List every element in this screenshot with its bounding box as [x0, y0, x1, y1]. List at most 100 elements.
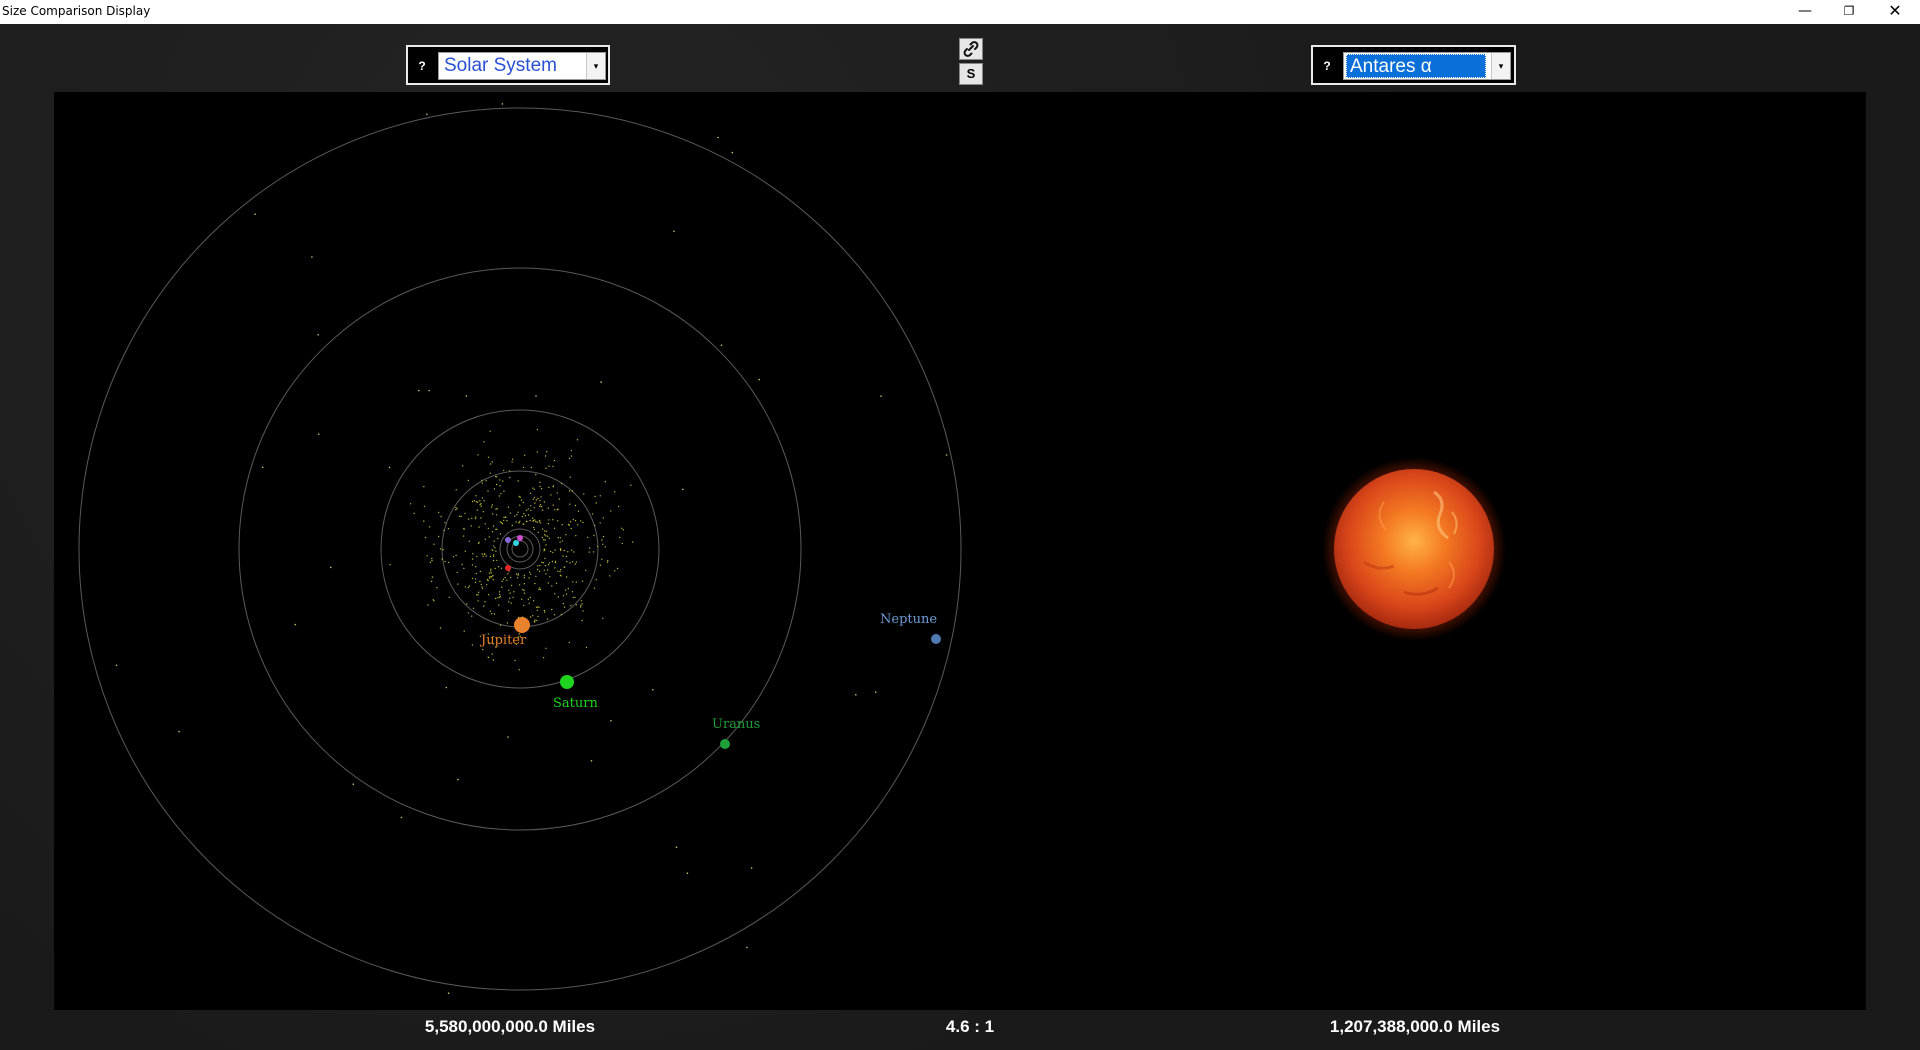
asteroid-dot	[443, 529, 445, 532]
right-help-button[interactable]: ?	[1317, 55, 1337, 77]
asteroid-dot	[539, 519, 541, 522]
asteroid-dot	[592, 551, 595, 553]
asteroid-dot	[480, 583, 482, 586]
window-title: Size Comparison Display	[2, 4, 151, 18]
star-dot	[610, 720, 612, 722]
asteroid-dot	[547, 522, 550, 525]
asteroid-dot	[559, 541, 561, 543]
neptune-orbit	[78, 107, 962, 991]
star-dot	[874, 691, 877, 693]
asteroid-dot	[604, 546, 606, 548]
asteroid-dot	[539, 505, 541, 508]
uranus-orbit	[238, 267, 802, 831]
asteroid-dot	[588, 551, 590, 553]
asteroid-dot	[468, 585, 470, 587]
asteroid-dot	[535, 520, 537, 523]
asteroid-dot	[487, 490, 489, 492]
asteroid-dot	[536, 521, 538, 523]
asteroid-dot	[566, 560, 568, 563]
asteroid-dot	[555, 582, 558, 584]
star-dot	[501, 103, 504, 105]
asteroid-dot	[552, 465, 554, 468]
mercury-dot	[505, 537, 511, 543]
asteroid-dot	[534, 621, 536, 623]
asteroid-dot	[501, 580, 503, 583]
s-button[interactable]: S	[959, 63, 983, 85]
comparison-canvas[interactable]: Jupiter Saturn Uranus Neptune	[54, 92, 1866, 1010]
asteroid-dot	[524, 515, 527, 517]
asteroid-dot	[535, 499, 537, 501]
asteroid-dot	[621, 527, 623, 529]
asteroid-dot	[409, 503, 412, 505]
star-dot	[731, 151, 734, 154]
asteroid-dot	[472, 607, 475, 609]
asteroid-dot	[475, 495, 477, 497]
link-button[interactable]	[959, 38, 983, 60]
asteroid-dot	[511, 524, 513, 527]
asteroid-dot	[424, 536, 427, 539]
asteroid-dot	[413, 512, 415, 515]
asteroid-dot	[468, 540, 470, 542]
asteroid-dot	[518, 584, 521, 586]
chevron-down-icon[interactable]: ▾	[1491, 53, 1510, 79]
asteroid-dot	[529, 519, 531, 522]
restore-button[interactable]: ❐	[1826, 0, 1872, 22]
display-svg: Jupiter Saturn Uranus Neptune	[78, 103, 1506, 994]
asteroid-dot	[538, 588, 540, 590]
asteroid-dot	[433, 543, 435, 545]
asteroid-dot	[487, 579, 489, 582]
asteroid-dot	[535, 575, 537, 578]
planet-label-jupiter: Jupiter	[479, 633, 527, 648]
asteroid-dot	[550, 494, 552, 496]
asteroid-dot	[484, 601, 486, 603]
asteroid-dot	[488, 536, 490, 538]
minimize-button[interactable]: —	[1782, 0, 1828, 22]
chevron-down-icon[interactable]: ▾	[586, 53, 605, 79]
asteroid-dot	[570, 604, 572, 607]
left-help-button[interactable]: ?	[412, 55, 432, 77]
star-dot	[590, 760, 593, 762]
right-object-dropdown[interactable]: Antares α ▾	[1343, 52, 1511, 80]
asteroid-dot	[506, 520, 508, 522]
asteroid-dot	[504, 576, 506, 579]
asteroid-dot	[545, 647, 547, 649]
asteroid-dot	[495, 597, 497, 600]
asteroid-dot	[557, 520, 559, 522]
star-dot	[388, 466, 391, 469]
asteroid-dot	[557, 570, 559, 572]
asteroid-dot	[544, 455, 547, 457]
star-dot	[400, 816, 403, 819]
asteroid-dot	[562, 555, 564, 557]
asteroid-dot	[492, 659, 495, 661]
asteroid-dot	[463, 527, 465, 530]
asteroid-dot	[534, 502, 536, 504]
asteroid-dot	[478, 526, 480, 528]
asteroid-dot	[491, 504, 494, 506]
asteroid-dot	[502, 480, 504, 482]
asteroid-dot	[537, 531, 539, 534]
asteroid-dot	[482, 648, 484, 651]
asteroid-dot	[553, 459, 556, 462]
asteroid-dot	[490, 576, 492, 578]
star-dot	[317, 433, 320, 436]
asteroid-dot	[509, 476, 511, 479]
asteroid-dot	[506, 622, 509, 624]
asteroid-dot	[510, 602, 512, 604]
asteroid-dot	[522, 466, 525, 469]
asteroid-dot	[500, 493, 502, 495]
asteroid-dot	[431, 560, 433, 562]
star-dot	[465, 395, 468, 397]
close-button[interactable]: ✕	[1872, 0, 1918, 22]
asteroid-dot	[560, 482, 563, 485]
asteroid-dot	[471, 558, 474, 560]
asteroid-dot	[455, 506, 457, 509]
star-dot	[758, 378, 760, 381]
asteroid-dot	[477, 591, 480, 593]
asteroid-dot	[630, 484, 632, 486]
asteroid-dot	[499, 485, 501, 487]
asteroid-dot	[567, 523, 570, 526]
asteroid-dot	[585, 646, 588, 649]
asteroid-dot	[610, 510, 612, 512]
left-object-dropdown[interactable]: Solar System ▾	[438, 52, 606, 80]
asteroid-dot	[452, 556, 455, 558]
